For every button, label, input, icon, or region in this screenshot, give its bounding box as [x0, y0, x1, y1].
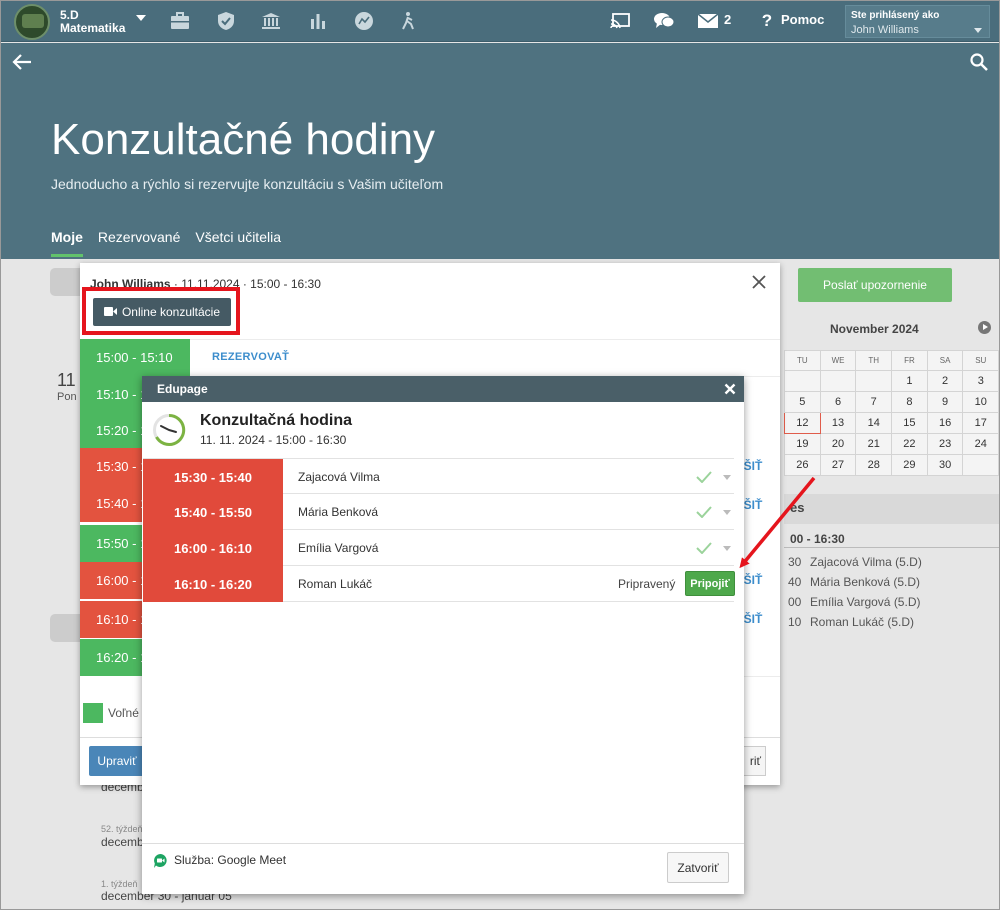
annotation-arrow — [739, 476, 816, 569]
